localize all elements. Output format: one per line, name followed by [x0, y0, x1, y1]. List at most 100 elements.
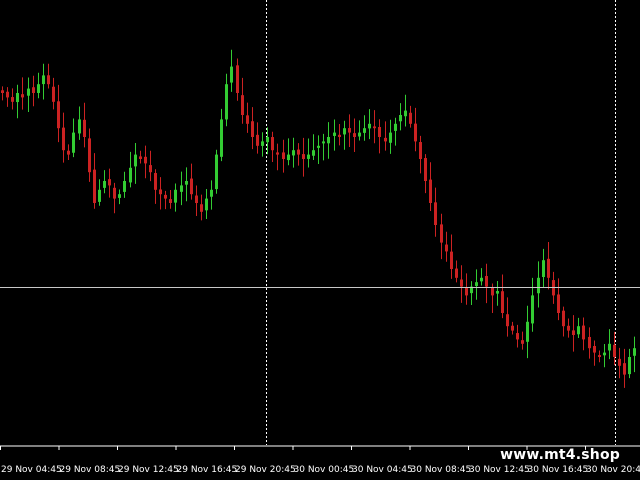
candle: [108, 168, 111, 198]
candle-body: [215, 154, 218, 190]
candle-body: [123, 181, 126, 192]
candle: [373, 110, 376, 144]
candle-body: [348, 128, 351, 133]
candle: [21, 77, 24, 110]
candle: [531, 277, 534, 332]
candle: [93, 153, 96, 209]
candle: [78, 106, 81, 140]
candle: [230, 49, 233, 92]
candle: [557, 278, 560, 321]
candle-body: [16, 93, 19, 103]
candle-body: [129, 167, 132, 183]
candle: [317, 135, 320, 164]
candle: [11, 88, 14, 110]
candle-body: [557, 294, 560, 313]
candle-body: [154, 173, 157, 190]
candle: [113, 182, 116, 214]
candle-body: [394, 123, 397, 131]
time-axis: 29 Nov 04:4529 Nov 08:4529 Nov 12:4529 N…: [0, 445, 640, 475]
candle-body: [180, 185, 183, 192]
candle: [118, 189, 121, 205]
candle-body: [200, 204, 203, 212]
candle: [516, 324, 519, 348]
candle: [83, 102, 86, 148]
candle-body: [409, 112, 412, 124]
candle: [32, 75, 35, 107]
candle: [271, 131, 274, 163]
candle-body: [343, 128, 346, 135]
time-axis-tick-label: 29 Nov 20:45: [235, 465, 296, 475]
candle-body: [134, 154, 137, 167]
candle: [292, 137, 295, 168]
candle: [572, 315, 575, 352]
candle-body: [47, 75, 50, 85]
candle: [588, 327, 591, 359]
candle-body: [149, 165, 152, 173]
candle-body: [159, 189, 162, 195]
time-axis-tick-label: 29 Nov 12:45: [118, 465, 179, 475]
candle: [496, 280, 499, 306]
candle-body: [246, 115, 249, 124]
candle: [485, 263, 488, 304]
candle-body: [6, 91, 9, 98]
candle-body: [455, 268, 458, 278]
candle-body: [32, 87, 35, 93]
candle: [200, 194, 203, 221]
candle-body: [88, 138, 91, 173]
candle-body: [475, 282, 478, 286]
candle: [174, 183, 177, 212]
candle: [567, 318, 570, 338]
time-axis-tick-label: 29 Nov 08:45: [60, 465, 121, 475]
candle: [47, 63, 50, 89]
candle-body: [542, 260, 545, 278]
candle: [338, 124, 341, 146]
candle: [348, 114, 351, 147]
candle-body: [424, 158, 427, 181]
candle-body: [62, 127, 65, 151]
candle: [419, 135, 422, 174]
candle-body: [501, 291, 504, 313]
candle-body: [572, 330, 575, 335]
candle: [450, 234, 453, 279]
candle: [521, 331, 524, 350]
candle: [261, 132, 264, 157]
candle-body: [251, 121, 254, 137]
candle-body: [108, 179, 111, 186]
candle-body: [205, 198, 208, 211]
candle: [562, 306, 565, 337]
candle-body: [537, 277, 540, 294]
candle-body: [103, 181, 106, 188]
candle: [628, 348, 631, 379]
candlestick-chart[interactable]: 29 Nov 04:4529 Nov 08:4529 Nov 12:4529 N…: [0, 0, 640, 480]
candle-body: [230, 66, 233, 83]
candle: [378, 119, 381, 154]
candle: [88, 128, 91, 182]
candle-body: [485, 275, 488, 287]
candle: [445, 231, 448, 262]
candle-body: [531, 295, 534, 324]
candle-body: [384, 137, 387, 142]
candle: [144, 145, 147, 179]
candle-body: [72, 132, 75, 153]
candle-body: [465, 287, 468, 296]
candle-body: [389, 132, 392, 143]
candle: [52, 77, 55, 110]
candle: [460, 265, 463, 303]
candle-body: [368, 123, 371, 129]
candle-body: [429, 179, 432, 203]
time-axis-tick-label: 30 Nov 00:45: [294, 465, 355, 475]
candle: [368, 109, 371, 140]
candle-body: [307, 154, 310, 159]
candle-body: [210, 189, 213, 197]
candle: [307, 138, 310, 168]
candle: [62, 112, 65, 163]
candle: [190, 163, 193, 200]
candle-body: [185, 181, 188, 185]
candle-body: [11, 97, 14, 102]
candle: [363, 115, 366, 141]
candle: [537, 261, 540, 308]
candle: [582, 317, 585, 351]
candle-body: [276, 152, 279, 155]
candle: [302, 137, 305, 177]
candle-body: [164, 194, 167, 199]
